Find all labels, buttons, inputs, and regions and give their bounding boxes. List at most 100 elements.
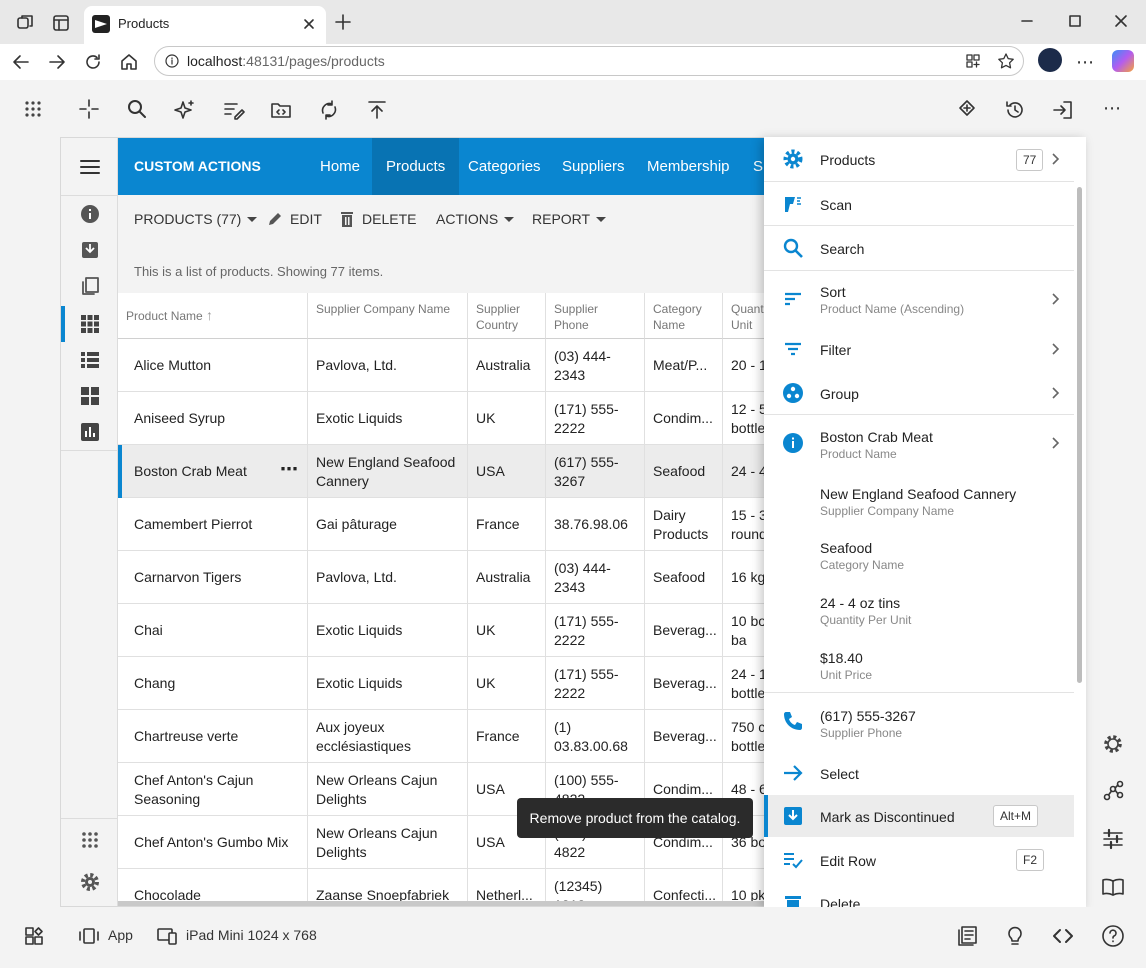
- nav-home[interactable]: Home: [306, 138, 374, 195]
- settings-icon[interactable]: [1102, 733, 1124, 755]
- delete-button-label: DELETE: [362, 211, 417, 227]
- help-icon[interactable]: [1101, 924, 1125, 948]
- menu-item-delete[interactable]: Delete: [764, 882, 1074, 907]
- menu-label: Products: [820, 152, 876, 168]
- chart-view-icon[interactable]: [61, 414, 118, 450]
- menu-item-filter[interactable]: Filter: [764, 327, 1074, 371]
- context-menu: Products 77 Scan Search Sort Product Nam…: [764, 137, 1086, 907]
- device-icon[interactable]: [156, 926, 178, 946]
- edit-button-label: EDIT: [290, 211, 322, 227]
- cell-product-name: Chartreuse verte: [118, 710, 308, 763]
- widgets-icon[interactable]: [24, 926, 44, 946]
- menu-item-record[interactable]: Boston Crab Meat Product Name: [764, 415, 1074, 471]
- copilot-icon[interactable]: [1112, 50, 1134, 72]
- browser-menu-icon[interactable]: ⋯: [1076, 52, 1095, 73]
- sparkle-icon[interactable]: [174, 99, 196, 121]
- close-tab-icon[interactable]: [302, 17, 316, 31]
- app-brand[interactable]: CUSTOM ACTIONS: [134, 138, 261, 195]
- chevron-right-icon: [1052, 343, 1060, 355]
- row-more-icon[interactable]: ⋯: [280, 459, 298, 480]
- sliders-icon[interactable]: [1102, 828, 1124, 850]
- cell-category-name: Beverag...: [645, 657, 723, 710]
- products-view-dropdown[interactable]: PRODUCTS (77): [134, 195, 258, 243]
- menu-item-mark-discontinued[interactable]: Mark as Discontinued Alt+M: [764, 795, 1074, 837]
- settings-gear-icon[interactable]: [61, 864, 118, 900]
- new-tab-icon[interactable]: [334, 13, 352, 31]
- code-folder-icon[interactable]: [270, 99, 292, 121]
- refresh-app-icon[interactable]: [956, 99, 978, 121]
- cell-category-name: Seafood: [645, 445, 723, 498]
- menu-item-products[interactable]: Products 77: [764, 137, 1074, 181]
- browser-tab-products[interactable]: Products: [84, 6, 326, 44]
- column-header-supplier-phone[interactable]: Supplier Phone: [546, 293, 645, 339]
- column-header-supplier-country[interactable]: Supplier Country: [468, 293, 546, 339]
- publish-icon[interactable]: [366, 99, 388, 121]
- more-icon[interactable]: ⋯: [1103, 98, 1121, 119]
- menu-item-scan[interactable]: Scan: [764, 182, 1074, 225]
- app-mode-button[interactable]: [78, 926, 100, 946]
- address-bar[interactable]: localhost:48131/pages/products: [154, 46, 1024, 76]
- list-view-icon[interactable]: [61, 342, 118, 378]
- menu-item-select[interactable]: Select: [764, 750, 1074, 795]
- url-host: localhost: [187, 53, 243, 69]
- profile-avatar[interactable]: [1038, 48, 1062, 72]
- info-icon[interactable]: [61, 196, 118, 232]
- report-dropdown[interactable]: REPORT: [532, 195, 607, 243]
- device-label[interactable]: iPad Mini 1024 x 768: [186, 927, 317, 943]
- favorite-star-icon[interactable]: [997, 52, 1015, 70]
- column-header-product-name[interactable]: Product Name ↑: [118, 293, 308, 339]
- menu-scrollbar[interactable]: [1077, 187, 1082, 683]
- search-icon[interactable]: [127, 99, 147, 119]
- documents-icon[interactable]: [61, 268, 118, 304]
- menu-item-group[interactable]: Group: [764, 371, 1074, 414]
- delete-button[interactable]: DELETE: [338, 195, 416, 243]
- cell-product-name: Carnarvon Tigers: [118, 551, 308, 604]
- actions-label: ACTIONS: [436, 211, 499, 227]
- cards-view-icon[interactable]: [61, 378, 118, 414]
- nav-products[interactable]: Products: [372, 138, 460, 195]
- lightbulb-icon[interactable]: [1004, 925, 1026, 947]
- refresh-icon[interactable]: [83, 52, 103, 72]
- menu-item-edit-row[interactable]: Edit Row F2: [764, 837, 1074, 882]
- field-value: New England Seafood Cannery: [820, 486, 1017, 502]
- edit-lines-icon[interactable]: [223, 99, 245, 121]
- grid-view-icon[interactable]: [61, 306, 118, 342]
- hamburger-menu-icon[interactable]: [61, 148, 118, 186]
- history-icon[interactable]: [1004, 99, 1026, 121]
- back-icon[interactable]: [11, 52, 31, 72]
- tab-actions-icon[interactable]: [52, 14, 70, 32]
- nav-membership[interactable]: Membership: [633, 138, 744, 195]
- sync-icon[interactable]: [318, 99, 340, 121]
- column-header-supplier-company[interactable]: Supplier Company Name: [308, 293, 468, 339]
- maximize-icon[interactable]: [1068, 14, 1082, 28]
- apps-dots-icon[interactable]: [61, 822, 118, 858]
- nav-suppliers[interactable]: Suppliers: [548, 138, 639, 195]
- site-info-icon[interactable]: [165, 54, 179, 68]
- code-icon[interactable]: [1052, 925, 1074, 947]
- sign-in-icon[interactable]: [1052, 99, 1074, 121]
- products-view-label: PRODUCTS (77): [134, 211, 242, 227]
- home-icon[interactable]: [119, 52, 139, 72]
- cell-product-name: Chef Anton's Gumbo Mix: [118, 816, 308, 869]
- menu-item-search[interactable]: Search: [764, 226, 1074, 270]
- library-icon[interactable]: [956, 925, 978, 947]
- forward-icon[interactable]: [47, 52, 67, 72]
- crosshair-icon[interactable]: [79, 99, 99, 119]
- minimize-icon[interactable]: [1020, 14, 1034, 28]
- nav-categories[interactable]: Categories: [454, 138, 555, 195]
- actions-dropdown[interactable]: ACTIONS: [436, 195, 515, 243]
- workspaces-icon[interactable]: [16, 14, 34, 32]
- close-window-icon[interactable]: [1114, 14, 1128, 28]
- menu-item-phone[interactable]: (617) 555-3267 Supplier Phone: [764, 693, 1074, 750]
- graph-nodes-icon[interactable]: [1102, 780, 1124, 802]
- column-header-category-name[interactable]: Category Name: [645, 293, 723, 339]
- menu-item-sort[interactable]: Sort Product Name (Ascending): [764, 271, 1074, 327]
- edit-button[interactable]: EDIT: [266, 195, 322, 243]
- cell-supplier-country: UK: [468, 657, 546, 710]
- inbox-icon[interactable]: [61, 232, 118, 268]
- app-available-icon[interactable]: [965, 53, 981, 69]
- book-icon[interactable]: [1101, 876, 1125, 898]
- apps-grid-icon[interactable]: [24, 100, 42, 118]
- app-mode-label[interactable]: App: [108, 927, 133, 943]
- menu-label: Delete: [820, 896, 861, 907]
